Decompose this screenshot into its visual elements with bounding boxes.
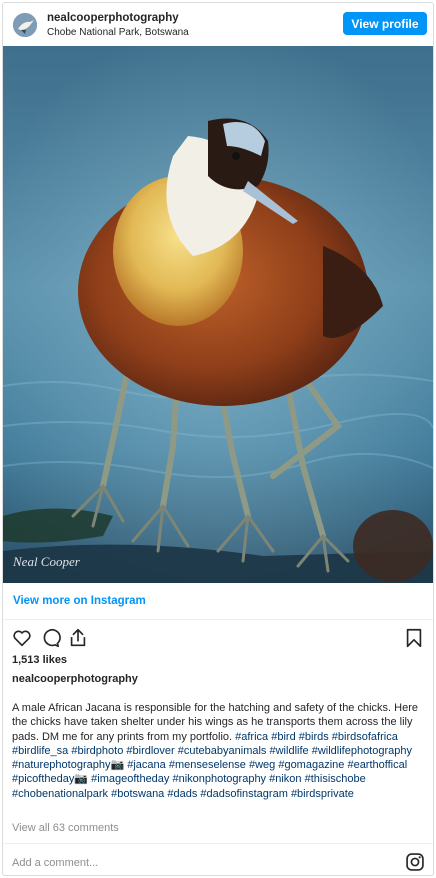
hashtag-link[interactable]: #wildlifephotography [312, 745, 412, 757]
hashtag-link[interactable]: #africa [235, 731, 268, 743]
hashtag-link[interactable]: #nikonphotography [172, 773, 266, 785]
comment-icon[interactable] [39, 627, 61, 649]
hashtag-link[interactable]: #weg [249, 759, 275, 771]
add-comment-input[interactable]: Add a comment... [12, 857, 98, 869]
hashtag-link[interactable]: #birdsofafrica [332, 731, 398, 743]
post-actions [3, 621, 433, 651]
instagram-embed-card: nealcooperphotography Chobe National Par… [2, 2, 434, 876]
hashtag-link[interactable]: #menseselense [169, 759, 246, 771]
likes-count[interactable]: 1,513 likes [12, 654, 67, 666]
hashtag-link[interactable]: #picoftheday📷 [12, 773, 88, 785]
view-more-link[interactable]: View more on Instagram [13, 595, 146, 607]
post-photo[interactable]: Neal Cooper [3, 46, 433, 583]
hashtag-link[interactable]: #cutebabyanimals [178, 745, 267, 757]
add-comment-row: Add a comment... [3, 843, 433, 875]
hashtag-link[interactable]: #earthoffical [347, 759, 407, 771]
header-location[interactable]: Chobe National Park, Botswana [47, 27, 189, 38]
hashtag-link[interactable]: #botswana [111, 788, 164, 800]
caption-username[interactable]: nealcooperphotography [12, 673, 138, 685]
share-icon[interactable] [67, 627, 89, 649]
hashtag-link[interactable]: #birds [299, 731, 329, 743]
hashtag-link[interactable]: #birdlife_sa [12, 745, 68, 757]
instagram-icon[interactable] [405, 852, 425, 872]
view-profile-button[interactable]: View profile [343, 12, 427, 35]
hashtag-link[interactable]: #dadsofinstagram [200, 788, 287, 800]
heart-icon[interactable] [11, 627, 33, 649]
hashtag-link[interactable]: #chobenationalpark [12, 788, 108, 800]
view-comments-link[interactable]: View all 63 comments [12, 822, 119, 834]
hashtag-link[interactable]: #thisischobe [305, 773, 366, 785]
photo-watermark: Neal Cooper [12, 554, 81, 569]
header-username[interactable]: nealcooperphotography [47, 12, 179, 24]
view-more-row: View more on Instagram [3, 583, 433, 620]
hashtag-link[interactable]: #jacana [127, 759, 166, 771]
post-header: nealcooperphotography Chobe National Par… [3, 3, 433, 47]
avatar[interactable] [13, 13, 37, 37]
hashtag-link[interactable]: #nikon [269, 773, 301, 785]
hashtag-link[interactable]: #dads [167, 788, 197, 800]
hashtag-link[interactable]: #birdlover [126, 745, 174, 757]
hashtag-link[interactable]: #birdsprivate [291, 788, 354, 800]
bookmark-icon[interactable] [403, 627, 425, 649]
hashtag-link[interactable]: #bird [271, 731, 295, 743]
hashtag-link[interactable]: #birdphoto [71, 745, 123, 757]
caption: A male African Jacana is responsible for… [12, 701, 426, 801]
hashtag-link[interactable]: #imageoftheday [91, 773, 169, 785]
bird-avatar-icon [13, 13, 37, 37]
hashtag-link[interactable]: #naturephotography📷 [12, 759, 124, 771]
hashtag-link[interactable]: #wildlife [270, 745, 309, 757]
hashtag-link[interactable]: #gomagazine [278, 759, 344, 771]
